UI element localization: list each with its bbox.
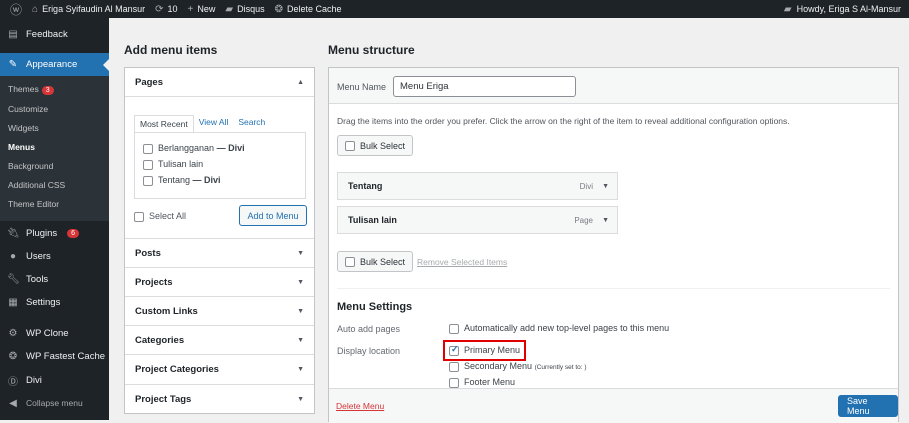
- select-all-checkbox[interactable]: Select All: [134, 211, 186, 222]
- expand-arrow-icon: ▼: [297, 395, 304, 403]
- new-link[interactable]: + New: [188, 4, 216, 15]
- add-menu-items-title: Add menu items: [124, 43, 218, 57]
- add-to-menu-button[interactable]: Add to Menu: [239, 205, 307, 226]
- section-custom-links[interactable]: Custom Links ▼: [125, 296, 314, 325]
- menu-footer: Delete Menu Save Menu: [329, 388, 898, 423]
- settings-icon: ▦: [8, 296, 18, 308]
- cheetah-icon: ❂: [8, 350, 18, 362]
- submenu-customize[interactable]: Customize: [8, 104, 48, 114]
- wrench-icon: 🔧︎: [7, 273, 20, 285]
- menu-structure-title: Menu structure: [328, 43, 415, 57]
- location-footer-menu[interactable]: Footer Menu: [449, 377, 515, 388]
- expand-arrow-icon: ▼: [297, 307, 304, 315]
- add-menu-items-panel: Pages ▲ Most Recent View All Search Berla…: [124, 67, 315, 414]
- display-location-label: Display location: [337, 346, 401, 356]
- admin-bar: ⓦ ⌂ Eriga Syifaudin Al Mansur ⟳ 10 + New ▰ D…: [0, 0, 909, 18]
- drag-instructions: Drag the items into the order you prefer…: [337, 116, 790, 126]
- remove-selected-link[interactable]: Remove Selected Items: [417, 257, 507, 267]
- sidebar-item-divi[interactable]: Ⓓ Divi: [0, 369, 109, 391]
- site-name-link[interactable]: ⌂ Eriga Syifaudin Al Mansur: [32, 4, 145, 15]
- gear-icon: ⚙: [8, 327, 18, 339]
- submenu-menus[interactable]: Menus: [8, 142, 35, 152]
- menu-settings-title: Menu Settings: [337, 301, 413, 313]
- plugin-icon: 🔌︎: [7, 227, 20, 239]
- sidebar-item-wp-fastest-cache[interactable]: ❂ WP Fastest Cache: [0, 345, 109, 367]
- menu-item-tulisan-lain[interactable]: Tulisan lain Page ▼: [337, 206, 618, 234]
- menu-structure-panel: Menu Name Drag the items into the order …: [328, 67, 899, 423]
- section-project-categories[interactable]: Project Categories ▼: [125, 354, 314, 383]
- bulk-select-button-bottom[interactable]: Bulk Select: [337, 251, 414, 272]
- appearance-submenu: Themes 3 Customize Widgets Menus Backgrou…: [0, 76, 109, 221]
- divider: [337, 288, 890, 289]
- expand-arrow-icon: ▼: [297, 278, 304, 286]
- tab-search[interactable]: Search: [233, 114, 270, 131]
- submenu-widgets[interactable]: Widgets: [8, 123, 39, 133]
- pages-list: Berlangganan — Divi Tulisan lain Tentang…: [134, 132, 306, 199]
- sidebar-item-feedback[interactable]: ▤ Feedback: [0, 23, 109, 45]
- updates-link[interactable]: ⟳ 10: [155, 4, 177, 15]
- section-project-tags[interactable]: Project Tags ▼: [125, 384, 314, 413]
- expand-arrow-icon: ▼: [602, 182, 609, 190]
- refresh-icon: ⟳: [155, 3, 164, 15]
- tab-most-recent[interactable]: Most Recent: [134, 115, 194, 132]
- home-icon: ⌂: [32, 3, 39, 15]
- submenu-additional-css[interactable]: Additional CSS: [8, 180, 65, 190]
- checkbox[interactable]: [143, 175, 153, 186]
- page-option[interactable]: Berlangganan — Divi: [143, 143, 245, 154]
- sidebar-item-appearance[interactable]: ✎ Appearance: [0, 53, 109, 76]
- menu-name-label: Menu Name: [337, 82, 387, 92]
- paintbrush-icon: ✎: [8, 59, 18, 70]
- sidebar-item-wp-clone[interactable]: ⚙ WP Clone: [0, 322, 109, 344]
- sidebar-item-tools[interactable]: 🔧︎ Tools: [0, 268, 109, 290]
- section-categories[interactable]: Categories ▼: [125, 325, 314, 354]
- plus-icon: +: [187, 3, 194, 15]
- pages-section-header[interactable]: Pages ▲: [125, 68, 314, 97]
- sidebar-item-plugins[interactable]: 🔌︎ Plugins 6: [0, 222, 109, 244]
- checkbox[interactable]: [143, 143, 153, 154]
- location-primary-menu[interactable]: Primary Menu: [449, 344, 520, 356]
- location-secondary-menu[interactable]: Secondary Menu (Currently set to: ): [449, 361, 587, 372]
- comment-icon: ▰: [225, 3, 234, 15]
- submenu-background[interactable]: Background: [8, 161, 53, 171]
- page-option[interactable]: Tentang — Divi: [143, 175, 221, 186]
- section-projects[interactable]: Projects ▼: [125, 267, 314, 296]
- collapse-icon: ◀: [9, 397, 17, 409]
- user-icon: ●: [9, 250, 17, 262]
- divi-icon: Ⓓ: [8, 376, 18, 388]
- save-menu-button[interactable]: Save Menu: [838, 395, 898, 417]
- submenu-theme-editor[interactable]: Theme Editor: [8, 199, 59, 209]
- howdy-account[interactable]: ▰ Howdy, Eriga S Al-Mansur: [784, 0, 901, 18]
- themes-badge: 3: [41, 86, 54, 95]
- pages-tabs: Most Recent View All Search: [134, 114, 270, 132]
- checkbox[interactable]: [143, 159, 153, 170]
- collapse-arrow-icon: ▲: [297, 78, 304, 86]
- section-posts[interactable]: Posts ▼: [125, 238, 314, 267]
- bulk-select-button[interactable]: Bulk Select: [337, 135, 414, 156]
- plugins-badge: 6: [67, 228, 80, 238]
- wordpress-logo-icon[interactable]: ⓦ: [10, 1, 22, 18]
- delete-menu-link[interactable]: Delete Menu: [336, 401, 384, 411]
- sidebar-item-users[interactable]: ● Users: [0, 245, 109, 267]
- feedback-icon: ▤: [8, 28, 18, 40]
- expand-arrow-icon: ▼: [297, 336, 304, 344]
- page-option[interactable]: Tulisan lain: [143, 159, 203, 170]
- expand-arrow-icon: ▼: [297, 249, 304, 257]
- menu-name-header: Menu Name: [329, 68, 898, 104]
- auto-add-label: Auto add pages: [337, 324, 401, 334]
- expand-arrow-icon: ▼: [602, 216, 609, 224]
- tab-view-all[interactable]: View All: [194, 114, 234, 131]
- disqus-link[interactable]: ▰ Disqus: [225, 4, 264, 15]
- admin-sidebar: ▤ Feedback ✎ Appearance Themes 3 Customize …: [0, 18, 109, 420]
- submenu-themes[interactable]: Themes 3: [8, 84, 54, 95]
- menu-name-input[interactable]: [393, 76, 576, 97]
- cheetah-icon: ❂: [274, 3, 283, 15]
- auto-add-checkbox[interactable]: Automatically add new top-level pages to…: [449, 323, 669, 334]
- sidebar-item-settings[interactable]: ▦ Settings: [0, 291, 109, 313]
- collapse-menu[interactable]: ◀ Collapse menu: [0, 392, 109, 414]
- notification-icon: ▰: [783, 3, 792, 15]
- delete-cache-link[interactable]: ❂ Delete Cache: [275, 4, 342, 15]
- menu-item-tentang[interactable]: Tentang Divi ▼: [337, 172, 618, 200]
- expand-arrow-icon: ▼: [297, 365, 304, 373]
